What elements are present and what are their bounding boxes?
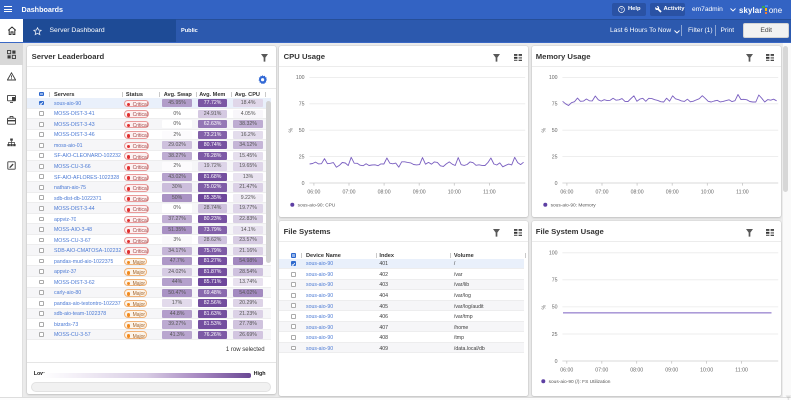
svg-text:sous-aio-90: Memory: sous-aio-90: Memory <box>550 203 596 209</box>
svg-text:06:00: 06:00 <box>560 190 573 196</box>
svg-text:08:00: 08:00 <box>630 190 643 196</box>
svg-text:25: 25 <box>551 332 557 338</box>
svg-text:10:00: 10:00 <box>700 190 713 196</box>
svg-text:09:00: 09:00 <box>665 190 678 196</box>
svg-text:0: 0 <box>302 181 305 187</box>
svg-text:?: ? <box>620 7 623 12</box>
svg-text:50: 50 <box>299 128 305 134</box>
svg-text:100: 100 <box>548 75 557 81</box>
svg-text:06:00: 06:00 <box>308 190 321 196</box>
svg-text:100: 100 <box>548 251 557 257</box>
svg-text:75: 75 <box>299 102 305 108</box>
svg-text:07:00: 07:00 <box>343 190 356 196</box>
svg-text:sous-aio-90: CPU: sous-aio-90: CPU <box>298 202 336 208</box>
svg-text:10:00: 10:00 <box>448 190 461 196</box>
svg-text:0: 0 <box>554 359 557 365</box>
svg-text:%: % <box>289 127 295 132</box>
svg-text:11:00: 11:00 <box>736 190 749 196</box>
svg-text:11:00: 11:00 <box>483 190 496 196</box>
svg-text:06:00: 06:00 <box>560 368 573 374</box>
svg-text:25: 25 <box>551 154 557 160</box>
svg-text:09:00: 09:00 <box>665 368 678 374</box>
svg-text:0: 0 <box>554 181 557 187</box>
svg-text:10:00: 10:00 <box>700 368 713 374</box>
svg-text:%: % <box>541 128 547 133</box>
svg-text:100: 100 <box>296 75 305 81</box>
svg-text:07:00: 07:00 <box>595 368 608 374</box>
svg-text:75: 75 <box>551 278 557 284</box>
svg-text:25: 25 <box>299 154 305 160</box>
svg-text:09:00: 09:00 <box>413 190 426 196</box>
svg-text:08:00: 08:00 <box>630 368 643 374</box>
svg-text:%: % <box>541 305 547 310</box>
svg-text:07:00: 07:00 <box>595 190 608 196</box>
svg-text:50: 50 <box>551 305 557 311</box>
svg-text:11:00: 11:00 <box>735 368 748 374</box>
svg-text:sous-aio-90 (/): FS Utilizatio: sous-aio-90 (/): FS Utilization <box>548 379 610 385</box>
svg-text:75: 75 <box>551 102 557 108</box>
svg-text:50: 50 <box>551 128 557 134</box>
svg-text:08:00: 08:00 <box>378 190 391 196</box>
